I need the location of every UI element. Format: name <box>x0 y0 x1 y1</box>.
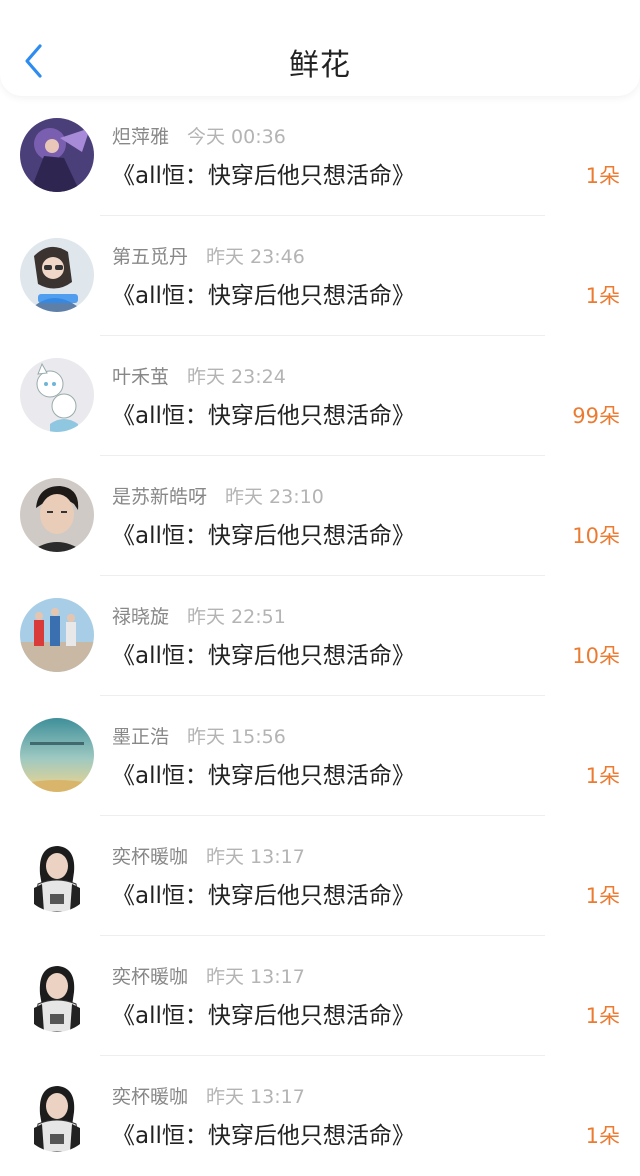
record-meta: 叶禾茧 昨天 23:24 <box>112 362 286 389</box>
book-title[interactable]: 《all恒：快穿后他只想活命》 <box>112 1116 415 1150</box>
avatar-image-icon <box>20 718 94 792</box>
username[interactable]: 第五觅丹 <box>112 246 188 268</box>
avatar-image-icon <box>20 118 94 192</box>
record-meta: 炟萍雅 今天 00:36 <box>112 122 286 149</box>
username[interactable]: 墨正浩 <box>112 726 169 748</box>
timestamp: 昨天 23:24 <box>187 366 286 388</box>
flower-count: 10朵 <box>572 524 620 548</box>
list-item[interactable]: 叶禾茧 昨天 23:24 《all恒：快穿后他只想活命》 99朵 <box>0 336 640 456</box>
timestamp: 昨天 15:56 <box>187 726 286 748</box>
list-item[interactable]: 炟萍雅 今天 00:36 《all恒：快穿后他只想活命》 1朵 <box>0 96 640 216</box>
avatar[interactable] <box>20 358 94 432</box>
record-meta: 墨正浩 昨天 15:56 <box>112 722 286 749</box>
username[interactable]: 炟萍雅 <box>112 126 169 148</box>
avatar-image-icon <box>20 358 94 432</box>
avatar-image-icon <box>20 1078 94 1152</box>
book-title[interactable]: 《all恒：快穿后他只想活命》 <box>112 636 415 670</box>
avatar[interactable] <box>20 478 94 552</box>
list-item[interactable]: 第五觅丹 昨天 23:46 《all恒：快穿后他只想活命》 1朵 <box>0 216 640 336</box>
timestamp: 今天 00:36 <box>187 126 286 148</box>
username[interactable]: 叶禾茧 <box>112 366 169 388</box>
top-bar: 鲜花 <box>0 0 640 96</box>
avatar[interactable] <box>20 838 94 912</box>
timestamp: 昨天 23:46 <box>206 246 305 268</box>
flower-record-list: 炟萍雅 今天 00:36 《all恒：快穿后他只想活命》 1朵 第五觅丹 昨天 23… <box>0 96 640 1176</box>
avatar[interactable] <box>20 958 94 1032</box>
avatar[interactable] <box>20 238 94 312</box>
timestamp: 昨天 13:17 <box>206 966 305 988</box>
username[interactable]: 禄晓旋 <box>112 606 169 628</box>
record-meta: 禄晓旋 昨天 22:51 <box>112 602 286 629</box>
avatar-image-icon <box>20 838 94 912</box>
flower-count: 1朵 <box>585 1124 620 1148</box>
record-meta: 奕杯暖咖 昨天 13:17 <box>112 962 305 989</box>
record-meta: 是苏新皓呀 昨天 23:10 <box>112 482 324 509</box>
timestamp: 昨天 22:51 <box>187 606 286 628</box>
book-title[interactable]: 《all恒：快穿后他只想活命》 <box>112 276 415 310</box>
timestamp: 昨天 13:17 <box>206 846 305 868</box>
flower-count: 1朵 <box>585 284 620 308</box>
timestamp: 昨天 23:10 <box>225 486 324 508</box>
avatar-image-icon <box>20 478 94 552</box>
flower-count: 99朵 <box>572 404 620 428</box>
username[interactable]: 奕杯暖咖 <box>112 966 188 988</box>
avatar-image-icon <box>20 958 94 1032</box>
avatar[interactable] <box>20 1078 94 1152</box>
record-meta: 奕杯暖咖 昨天 13:17 <box>112 842 305 869</box>
username[interactable]: 奕杯暖咖 <box>112 846 188 868</box>
username[interactable]: 是苏新皓呀 <box>112 486 207 508</box>
flower-count: 1朵 <box>585 1004 620 1028</box>
list-item[interactable]: 是苏新皓呀 昨天 23:10 《all恒：快穿后他只想活命》 10朵 <box>0 456 640 576</box>
book-title[interactable]: 《all恒：快穿后他只想活命》 <box>112 756 415 790</box>
list-item[interactable]: 奕杯暖咖 昨天 13:17 《all恒：快穿后他只想活命》 1朵 <box>0 936 640 1056</box>
list-item[interactable]: 禄晓旋 昨天 22:51 《all恒：快穿后他只想活命》 10朵 <box>0 576 640 696</box>
flower-count: 10朵 <box>572 644 620 668</box>
list-item[interactable]: 奕杯暖咖 昨天 13:17 《all恒：快穿后他只想活命》 1朵 <box>0 816 640 936</box>
avatar-image-icon <box>20 238 94 312</box>
book-title[interactable]: 《all恒：快穿后他只想活命》 <box>112 996 415 1030</box>
flower-count: 1朵 <box>585 164 620 188</box>
avatar[interactable] <box>20 718 94 792</box>
book-title[interactable]: 《all恒：快穿后他只想活命》 <box>112 156 415 190</box>
flower-count: 1朵 <box>585 884 620 908</box>
avatar[interactable] <box>20 598 94 672</box>
book-title[interactable]: 《all恒：快穿后他只想活命》 <box>112 516 415 550</box>
book-title[interactable]: 《all恒：快穿后他只想活命》 <box>112 876 415 910</box>
timestamp: 昨天 13:17 <box>206 1086 305 1108</box>
list-item[interactable]: 墨正浩 昨天 15:56 《all恒：快穿后他只想活命》 1朵 <box>0 696 640 816</box>
avatar[interactable] <box>20 118 94 192</box>
username[interactable]: 奕杯暖咖 <box>112 1086 188 1108</box>
page-title: 鲜花 <box>289 48 351 83</box>
avatar-image-icon <box>20 598 94 672</box>
record-meta: 第五觅丹 昨天 23:46 <box>112 242 305 269</box>
record-meta: 奕杯暖咖 昨天 13:17 <box>112 1082 305 1109</box>
list-item[interactable]: 奕杯暖咖 昨天 13:17 《all恒：快穿后他只想活命》 1朵 <box>0 1056 640 1176</box>
book-title[interactable]: 《all恒：快穿后他只想活命》 <box>112 396 415 430</box>
flower-count: 1朵 <box>585 764 620 788</box>
